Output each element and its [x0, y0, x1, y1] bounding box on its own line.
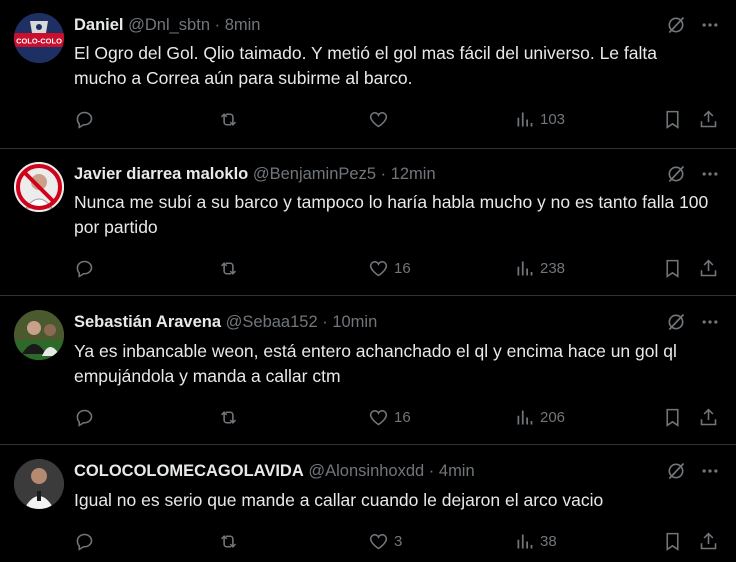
bookmark-icon: [666, 259, 679, 278]
display-name[interactable]: Sebastián Aravena: [74, 313, 221, 331]
avatar[interactable]: [14, 162, 64, 212]
reply-button[interactable]: [74, 404, 95, 430]
reply-icon: [76, 533, 93, 551]
bookmark-button[interactable]: [662, 106, 683, 132]
handle[interactable]: @Alonsinhoxdd: [308, 462, 424, 480]
share-button[interactable]: [698, 404, 719, 430]
display-name[interactable]: COLOCOLOMECAGOLAVIDA: [74, 462, 304, 480]
handle[interactable]: @Sebaa152: [226, 313, 318, 331]
dot-separator: ·: [214, 16, 221, 34]
more-options-icon[interactable]: [700, 312, 720, 332]
dot-separator: ·: [380, 165, 387, 183]
timestamp[interactable]: 4min: [439, 462, 475, 480]
view-count: 206: [540, 408, 566, 426]
grok-icon[interactable]: [666, 15, 686, 35]
views-icon: [517, 261, 533, 275]
bookmark-button[interactable]: [662, 255, 683, 281]
tweet[interactable]: COLOCOLOMECAGOLAVIDA @Alonsinhoxdd · 4mi…: [0, 445, 736, 562]
more-options-icon[interactable]: [700, 164, 720, 184]
avatar[interactable]: [14, 459, 64, 509]
repost-button[interactable]: [218, 255, 239, 281]
grok-icon[interactable]: [666, 164, 686, 184]
tweet-text: Nunca me subí a su barco y tampoco lo ha…: [74, 192, 709, 237]
heart-icon: [369, 409, 388, 425]
bookmark-button[interactable]: [662, 404, 683, 430]
views-button[interactable]: 38: [514, 528, 557, 554]
tweet[interactable]: Sebastián Aravena @Sebaa152 · 10min Ya e…: [0, 296, 736, 445]
repost-icon: [220, 534, 237, 548]
player-photo-avatar-icon: [14, 459, 64, 509]
avatar-logo-text: COLO-COLO: [16, 37, 62, 46]
views-icon: [517, 112, 533, 126]
dot-separator: ·: [428, 462, 435, 480]
avatar[interactable]: [14, 310, 64, 360]
bookmark-button[interactable]: [662, 528, 683, 554]
repost-button[interactable]: [218, 106, 239, 132]
like-button[interactable]: 16: [368, 404, 411, 430]
heart-icon: [369, 260, 388, 276]
views-button[interactable]: 206: [514, 404, 565, 430]
player-photo-avatar-icon: [14, 310, 64, 360]
dot-separator: ·: [322, 313, 328, 331]
view-count: 103: [540, 110, 566, 128]
views-icon: [517, 410, 533, 424]
views-button[interactable]: 103: [514, 106, 565, 132]
display-name[interactable]: Javier diarrea maloklo: [74, 165, 248, 183]
tweet-text: El Ogro del Gol. Qlio taimado. Y metió e…: [74, 43, 657, 88]
reply-button[interactable]: [74, 255, 95, 281]
like-button[interactable]: 16: [368, 255, 411, 281]
like-count: 16: [394, 408, 411, 426]
tweet-text: Igual no es serio que mande a callar cua…: [74, 490, 604, 510]
repost-icon: [220, 112, 237, 126]
share-icon: [700, 532, 717, 549]
repost-icon: [220, 410, 237, 424]
handle[interactable]: @Dnl_sbtn: [128, 16, 210, 34]
display-name[interactable]: Daniel: [74, 16, 124, 34]
reply-icon: [76, 111, 93, 129]
reply-button[interactable]: [74, 528, 95, 554]
prohibited-person-avatar-icon: [14, 162, 64, 212]
timestamp[interactable]: 8min: [225, 16, 261, 34]
share-icon: [700, 110, 717, 127]
views-icon: [517, 534, 533, 548]
view-count: 38: [540, 532, 557, 550]
timestamp[interactable]: 12min: [391, 165, 436, 183]
tweet[interactable]: Javier diarrea maloklo @BenjaminPez5 · 1…: [0, 149, 736, 296]
more-options-icon[interactable]: [700, 461, 720, 481]
repost-button[interactable]: [218, 528, 239, 554]
tweet[interactable]: COLO-COLO Daniel @Dnl_sbtn · 8min El Ogr…: [0, 0, 736, 149]
handle[interactable]: @BenjaminPez5: [253, 165, 376, 183]
bookmark-icon: [666, 408, 679, 427]
share-button[interactable]: [698, 528, 719, 554]
like-button[interactable]: [368, 106, 394, 132]
like-button[interactable]: 3: [368, 528, 402, 554]
heart-icon: [369, 533, 388, 549]
tweet-text: Ya es inbancable weon, está entero achan…: [74, 341, 677, 386]
like-count: 3: [394, 532, 403, 550]
share-icon: [700, 408, 717, 425]
views-button[interactable]: 238: [514, 255, 565, 281]
reply-button[interactable]: [74, 106, 95, 132]
repost-button[interactable]: [218, 404, 239, 430]
bookmark-icon: [666, 110, 679, 129]
grok-icon[interactable]: [666, 461, 686, 481]
more-options-icon[interactable]: [700, 15, 720, 35]
heart-icon: [369, 111, 388, 127]
timestamp[interactable]: 10min: [332, 313, 377, 331]
colo-colo-logo-icon: COLO-COLO: [14, 13, 64, 63]
grok-icon[interactable]: [666, 312, 686, 332]
like-count: 16: [394, 259, 411, 277]
share-button[interactable]: [698, 106, 719, 132]
view-count: 238: [540, 259, 566, 277]
bookmark-icon: [666, 532, 679, 551]
reply-icon: [76, 260, 93, 278]
reply-icon: [76, 409, 93, 427]
repost-icon: [220, 261, 237, 275]
share-button[interactable]: [698, 255, 719, 281]
avatar[interactable]: COLO-COLO: [14, 13, 64, 63]
share-icon: [700, 259, 717, 276]
